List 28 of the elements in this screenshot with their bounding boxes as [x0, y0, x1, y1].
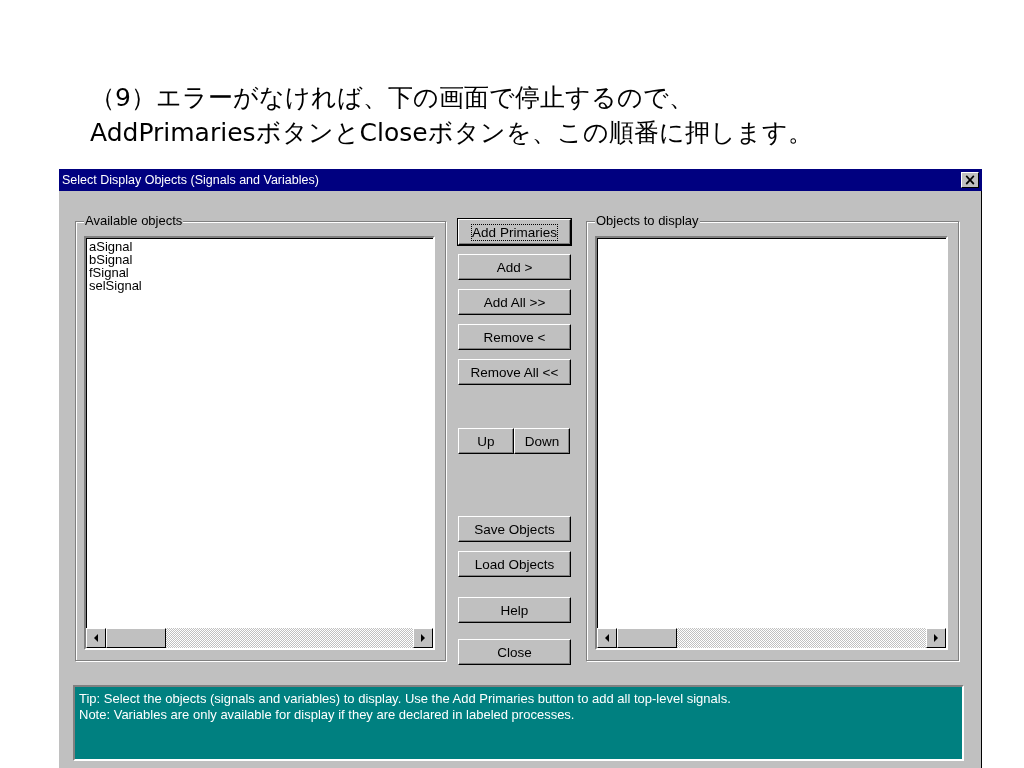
horizontal-scrollbar[interactable] [86, 628, 433, 648]
group-label: Objects to display [595, 213, 700, 228]
tip-text: Tip: Select the objects (signals and variables) to display. Use the Add Primaries button to add all top-level signals. [79, 691, 731, 707]
dialog-button[interactable]: Up [458, 428, 514, 454]
available-objects-list[interactable]: aSignal bSignal fSignal selSignal [84, 236, 435, 650]
close-button[interactable]: × [961, 172, 979, 188]
dialog-button[interactable]: Add Primaries [458, 219, 571, 245]
dialog-button[interactable]: Down [514, 428, 570, 454]
group-label: Available objects [84, 213, 184, 228]
dialog-button[interactable]: Add All >> [458, 289, 571, 315]
dialog-button[interactable]: Save Objects [458, 516, 571, 542]
scroll-thumb[interactable] [106, 628, 166, 648]
dialog-button[interactable]: Close [458, 639, 571, 665]
horizontal-scrollbar[interactable] [597, 628, 946, 648]
list-item[interactable]: bSignal [89, 253, 133, 266]
list-item[interactable]: aSignal [89, 240, 133, 253]
slide-heading-line: AddPrimariesボタンとCloseボタンを、この順番に押します。 [90, 117, 813, 149]
list-item[interactable]: selSignal [89, 279, 142, 292]
list-item[interactable]: fSignal [89, 266, 129, 279]
dialog-button[interactable]: Remove All << [458, 359, 571, 385]
dialog-button[interactable]: Add > [458, 254, 571, 280]
dialog-button[interactable]: Load Objects [458, 551, 571, 577]
scroll-thumb[interactable] [617, 628, 677, 648]
slide-heading-line: （9）エラーがなければ、下の画面で停止するので、 [90, 82, 694, 114]
dialog-button[interactable]: Remove < [458, 324, 571, 350]
dialog-button[interactable]: Help [458, 597, 571, 623]
tip-text: Note: Variables are only available for display if they are declared in labeled processes. [79, 707, 575, 723]
window-title: Select Display Objects (Signals and Variables) [62, 173, 319, 187]
